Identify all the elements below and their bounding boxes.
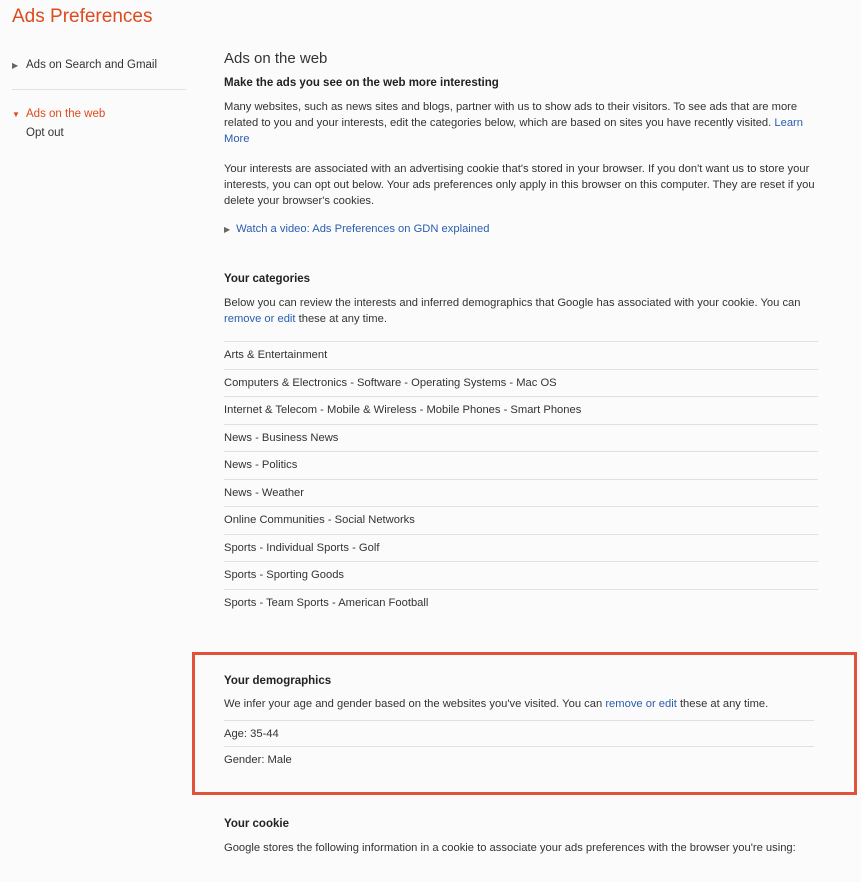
demographics-list: Age: 35-44 Gender: Male bbox=[224, 720, 814, 773]
section-title: Ads on the web bbox=[224, 50, 328, 67]
demographics-desc-text-end: these at any time. bbox=[679, 698, 769, 710]
categories-description: Below you can review the interests and i… bbox=[224, 295, 818, 327]
sidebar-item-ads-on-search-and-gmail[interactable]: ▶ Ads on Search and Gmail bbox=[12, 55, 190, 75]
sidebar-item-ads-on-the-web[interactable]: ▼ Ads on the web bbox=[12, 104, 190, 124]
category-row: Online Communities - Social Networks bbox=[224, 507, 818, 535]
categories-list: Arts & Entertainment Computers & Electro… bbox=[224, 341, 818, 617]
main-content: Ads on the web Make the ads you see on t… bbox=[224, 50, 818, 617]
demographics-remove-or-edit-link[interactable]: remove or edit bbox=[605, 698, 677, 710]
categories-desc-text-end: these at any time. bbox=[298, 313, 387, 325]
cookie-description: Google stores the following information … bbox=[224, 842, 796, 854]
cookie-heading: Your cookie bbox=[224, 818, 289, 830]
category-row: Computers & Electronics - Software - Ope… bbox=[224, 370, 818, 397]
category-row: Sports - Individual Sports - Golf bbox=[224, 535, 818, 562]
demographics-section: Your demographics We infer your age and … bbox=[224, 675, 814, 773]
category-row: News - Politics bbox=[224, 452, 818, 480]
demographic-gender: Gender: Male bbox=[224, 754, 292, 766]
cookie-section: Your cookie Google stores the following … bbox=[224, 818, 818, 870]
category-row: News - Business News bbox=[224, 425, 818, 452]
category-row: Sports - Sporting Goods bbox=[224, 562, 818, 590]
sidebar-divider bbox=[12, 89, 186, 90]
category-row: Sports - Team Sports - American Football bbox=[224, 596, 429, 609]
categories-heading: Your categories bbox=[224, 273, 311, 285]
page-title: Ads Preferences bbox=[12, 6, 153, 27]
category-row: News - Weather bbox=[224, 480, 818, 507]
demographics-heading: Your demographics bbox=[224, 675, 332, 687]
demographics-desc-text: We infer your age and gender based on th… bbox=[224, 698, 603, 710]
watch-video-label: Watch a video: Ads Preferences on GDN ex… bbox=[236, 223, 490, 235]
watch-video-link[interactable]: ▶ Watch a video: Ads Preferences on GDN e… bbox=[224, 223, 818, 235]
sidebar: ▶ Ads on Search and Gmail ▼ Ads on the w… bbox=[12, 55, 190, 142]
intro-paragraph: Many websites, such as news sites and bl… bbox=[224, 99, 818, 147]
triangle-right-icon: ▶ bbox=[12, 60, 19, 70]
sidebar-item-label: Ads on Search and Gmail bbox=[26, 59, 158, 71]
categories-remove-or-edit-link[interactable]: remove or edit bbox=[224, 313, 296, 325]
demographic-age: Age: 35-44 bbox=[224, 721, 814, 747]
triangle-down-icon: ▼ bbox=[12, 109, 20, 119]
category-row: Arts & Entertainment bbox=[224, 342, 818, 370]
intro-text: Many websites, such as news sites and bl… bbox=[224, 101, 798, 129]
sidebar-item-opt-out[interactable]: Opt out bbox=[12, 124, 190, 142]
categories-desc-text: Below you can review the interests and i… bbox=[224, 297, 801, 309]
sidebar-item-label: Ads on the web bbox=[26, 108, 106, 120]
triangle-right-icon: ▶ bbox=[224, 225, 231, 234]
demographics-highlight-box: Your demographics We infer your age and … bbox=[192, 652, 857, 795]
section-subtitle: Make the ads you see on the web more int… bbox=[224, 77, 499, 89]
demographics-description: We infer your age and gender based on th… bbox=[224, 696, 814, 712]
category-row: Internet & Telecom - Mobile & Wireless -… bbox=[224, 397, 818, 425]
cookie-note-paragraph: Your interests are associated with an ad… bbox=[224, 163, 815, 207]
